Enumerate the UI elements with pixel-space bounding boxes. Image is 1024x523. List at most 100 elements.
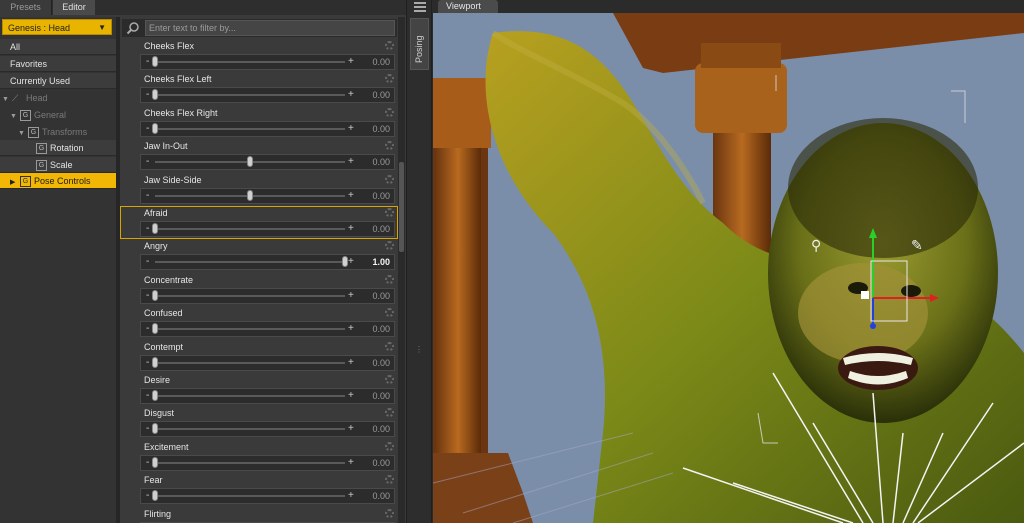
gear-icon[interactable] bbox=[385, 375, 394, 384]
minus-icon[interactable]: - bbox=[146, 322, 149, 335]
property-row[interactable]: Desire - +0.00 bbox=[120, 373, 398, 406]
property-row[interactable]: Cheeks Flex Left - +0.00 bbox=[120, 72, 398, 106]
tree-item-general[interactable]: ▼ G General bbox=[0, 107, 116, 123]
gear-icon[interactable] bbox=[385, 74, 394, 84]
plus-icon[interactable]: + bbox=[348, 222, 354, 235]
slider-rail[interactable] bbox=[155, 127, 345, 130]
slider-rail[interactable] bbox=[155, 94, 345, 97]
property-row[interactable]: Afraid - +0.00 bbox=[120, 206, 398, 239]
property-slider[interactable]: - +0.00 bbox=[140, 87, 395, 104]
gear-icon[interactable] bbox=[385, 174, 394, 184]
property-value[interactable]: 0.00 bbox=[372, 456, 390, 470]
property-row[interactable]: Cheeks Flex Right - +0.00 bbox=[120, 105, 398, 139]
minus-icon[interactable]: - bbox=[146, 88, 149, 101]
slider-rail[interactable] bbox=[155, 361, 345, 364]
property-slider[interactable]: - +0.00 bbox=[140, 321, 395, 338]
plus-icon[interactable]: + bbox=[348, 88, 354, 101]
minus-icon[interactable]: - bbox=[146, 122, 149, 135]
tab-editor[interactable]: Editor bbox=[53, 0, 95, 15]
slider-knob[interactable] bbox=[247, 189, 253, 201]
property-row[interactable]: Flirting-+ bbox=[120, 506, 398, 523]
slider-rail[interactable] bbox=[155, 395, 345, 397]
plus-icon[interactable]: + bbox=[348, 122, 354, 135]
property-slider[interactable]: - +0.00 bbox=[140, 454, 395, 471]
slider-knob[interactable] bbox=[247, 156, 253, 168]
expand-arrow-icon[interactable]: ▶ bbox=[10, 175, 20, 191]
property-value[interactable]: 0.00 bbox=[372, 189, 390, 203]
gear-icon[interactable] bbox=[385, 141, 394, 151]
property-value[interactable]: 1.00 bbox=[372, 255, 390, 269]
slider-rail[interactable] bbox=[155, 228, 345, 230]
property-row[interactable]: Jaw In-Out - +0.00 bbox=[120, 139, 398, 173]
plus-icon[interactable]: + bbox=[348, 189, 354, 202]
gear-icon[interactable] bbox=[385, 508, 394, 518]
tab-posing[interactable]: Posing bbox=[410, 18, 429, 70]
slider-knob[interactable] bbox=[152, 89, 158, 101]
gear-icon[interactable] bbox=[385, 408, 394, 418]
plus-icon[interactable]: + bbox=[348, 55, 354, 68]
tree-item-rotation[interactable]: G Rotation bbox=[0, 140, 116, 156]
slider-rail[interactable] bbox=[155, 61, 345, 63]
minus-icon[interactable]: - bbox=[146, 55, 149, 68]
property-row[interactable]: Jaw Side-Side - +0.00 bbox=[120, 172, 398, 206]
gear-icon[interactable] bbox=[385, 107, 394, 117]
property-slider[interactable]: - +0.00 bbox=[140, 54, 395, 70]
minus-icon[interactable]: - bbox=[146, 389, 149, 402]
property-slider[interactable]: - +0.00 bbox=[140, 388, 395, 404]
minus-icon[interactable]: - bbox=[146, 289, 149, 302]
plus-icon[interactable]: + bbox=[348, 356, 354, 369]
minus-icon[interactable]: - bbox=[146, 255, 149, 268]
tab-presets[interactable]: Presets bbox=[0, 0, 52, 15]
slider-knob[interactable] bbox=[152, 289, 158, 301]
minus-icon[interactable]: - bbox=[146, 456, 149, 469]
tree-item-scale[interactable]: G Scale bbox=[0, 157, 116, 173]
node-selector-dropdown[interactable]: Genesis : Head ▼ bbox=[2, 19, 112, 35]
minus-icon[interactable]: - bbox=[146, 189, 149, 202]
property-slider[interactable]: - +0.00 bbox=[140, 221, 395, 237]
tree-item-transforms[interactable]: ▼ G Transforms bbox=[0, 124, 116, 140]
tab-viewport[interactable]: Viewport bbox=[438, 0, 498, 13]
plus-icon[interactable]: + bbox=[348, 422, 354, 435]
scrollbar-thumb[interactable] bbox=[399, 162, 404, 252]
slider-knob[interactable] bbox=[152, 356, 158, 368]
property-value[interactable]: 0.00 bbox=[372, 422, 390, 436]
slider-rail[interactable] bbox=[155, 495, 345, 498]
slider-rail[interactable] bbox=[155, 294, 345, 297]
gear-icon[interactable] bbox=[385, 274, 394, 284]
property-value[interactable]: 0.00 bbox=[372, 322, 390, 336]
collapse-handle-icon[interactable]: ⋮ bbox=[415, 345, 423, 365]
property-value[interactable]: 0.00 bbox=[372, 389, 390, 403]
minus-icon[interactable]: - bbox=[146, 356, 149, 369]
tree-item-currently-used[interactable]: Currently Used bbox=[0, 73, 116, 89]
menu-icon[interactable] bbox=[414, 2, 426, 12]
slider-knob[interactable] bbox=[152, 390, 158, 401]
plus-icon[interactable]: + bbox=[348, 489, 354, 502]
minus-icon[interactable]: - bbox=[146, 222, 149, 235]
property-value[interactable]: 0.00 bbox=[372, 356, 390, 370]
tree-item-favorites[interactable]: Favorites bbox=[0, 56, 116, 72]
slider-rail[interactable] bbox=[155, 461, 345, 464]
property-value[interactable]: 0.00 bbox=[372, 122, 390, 136]
property-slider[interactable]: - +1.00 bbox=[140, 254, 395, 271]
slider-rail[interactable] bbox=[155, 428, 345, 431]
viewport-canvas[interactable]: ⚲ ✎ bbox=[433, 13, 1024, 523]
expand-arrow-icon[interactable]: ▼ bbox=[2, 92, 12, 108]
gear-icon[interactable] bbox=[385, 41, 394, 50]
minus-icon[interactable]: - bbox=[146, 489, 149, 502]
minus-icon[interactable]: - bbox=[146, 422, 149, 435]
slider-knob[interactable] bbox=[152, 456, 158, 468]
property-row[interactable]: Excitement - +0.00 bbox=[120, 439, 398, 473]
tree-item-head[interactable]: ▼ ⟋ Head bbox=[0, 90, 116, 106]
plus-icon[interactable]: + bbox=[348, 155, 354, 168]
property-slider[interactable]: - +0.00 bbox=[140, 287, 395, 304]
slider-knob[interactable] bbox=[152, 223, 158, 234]
property-row[interactable]: Disgust - +0.00 bbox=[120, 406, 398, 440]
slider-rail[interactable] bbox=[155, 261, 345, 264]
slider-knob[interactable] bbox=[152, 122, 158, 134]
property-row[interactable]: Fear - +0.00 bbox=[120, 473, 398, 507]
gear-icon[interactable] bbox=[385, 441, 394, 451]
plus-icon[interactable]: + bbox=[348, 322, 354, 335]
expand-arrow-icon[interactable]: ▼ bbox=[10, 109, 20, 125]
plus-icon[interactable]: + bbox=[348, 289, 354, 302]
slider-rail[interactable] bbox=[155, 328, 345, 331]
